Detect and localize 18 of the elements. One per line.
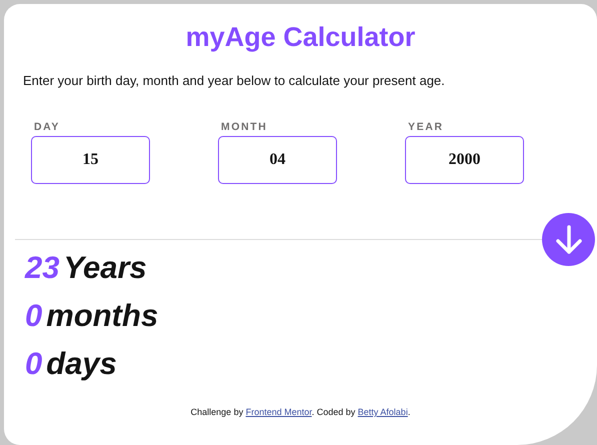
result-unit: months — [46, 297, 158, 335]
result-number: 0 — [25, 345, 42, 383]
result-unit: Years — [63, 249, 147, 287]
arrow-down-icon — [554, 224, 582, 254]
attribution-link[interactable]: Betty Afolabi — [358, 407, 408, 417]
attribution-text: Challenge by Frontend Mentor. Coded by Betty Afolabi. — [190, 407, 410, 417]
field-label: DAY — [34, 121, 60, 133]
result-number: 0 — [25, 297, 42, 335]
input-field[interactable]: 15 — [31, 136, 150, 184]
result-unit: days — [46, 345, 117, 383]
field-label: YEAR — [408, 121, 444, 133]
app-title: myAge Calculator — [186, 22, 416, 53]
attribution-link[interactable]: Frontend Mentor — [246, 407, 312, 417]
instructions-text: Enter your birth day, month and year below to calculate your present age. — [23, 73, 445, 88]
field-label: MONTH — [221, 121, 268, 133]
input-field[interactable]: 2000 — [405, 136, 524, 184]
result-number: 23 — [25, 249, 60, 287]
input-field[interactable]: 04 — [218, 136, 337, 184]
